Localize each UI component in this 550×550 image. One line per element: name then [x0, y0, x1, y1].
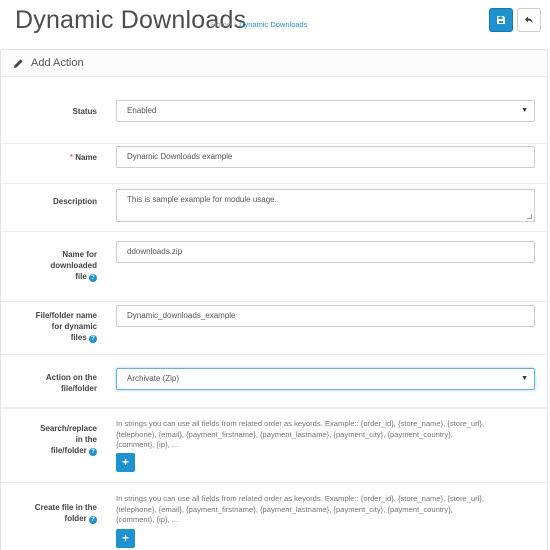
action-select[interactable]: Archivate (Zip) ▼ — [116, 368, 535, 390]
save-icon — [497, 16, 505, 24]
downloaded-name-value: ddownloads.zip — [127, 247, 183, 256]
pencil-icon — [14, 59, 23, 68]
name-label: * Name — [1, 152, 97, 163]
help-icon[interactable]: ? — [89, 274, 97, 282]
reply-icon — [524, 16, 533, 24]
label-line: file/folder — [50, 446, 87, 455]
create-file-row: Create file in the folder ? In strings y… — [1, 483, 547, 550]
description-row: Description This is sample example for m… — [1, 184, 547, 232]
add-create-file-button[interactable]: + — [116, 529, 135, 548]
chevron-down-icon: ▼ — [521, 107, 528, 114]
create-file-help: In strings you can use all fields from r… — [116, 494, 536, 526]
action-value: Archivate (Zip) — [127, 374, 180, 383]
description-value: This is sample example for module usage. — [127, 195, 277, 204]
label-line: File/folder name — [35, 311, 97, 320]
chevron-down-icon: ▼ — [521, 375, 528, 382]
status-row: Status Enabled ▼ — [1, 77, 547, 144]
breadcrumb-home[interactable]: Home — [211, 20, 231, 29]
page-header: Dynamic Downloads Home / Dynamic Downloads — [0, 0, 550, 44]
action-label: Action on the file/folder — [1, 372, 97, 394]
add-action-panel: Add Action Status Enabled ▼ * Name Dynam… — [0, 49, 548, 550]
create-file-label: Create file in the folder ? — [1, 502, 97, 524]
label-line: file — [75, 272, 87, 281]
back-button[interactable] — [517, 8, 541, 32]
help-icon[interactable]: ? — [89, 448, 97, 456]
add-search-replace-button[interactable]: + — [116, 453, 135, 472]
help-icon[interactable]: ? — [89, 335, 97, 343]
status-value: Enabled — [127, 106, 157, 115]
help-line: {telephone}, {email}, {payment_firstname… — [116, 504, 453, 514]
help-line: In strings you can use all fields from r… — [116, 419, 485, 428]
label-line: Create file in the — [34, 503, 97, 512]
panel-title: Add Action — [31, 57, 84, 69]
label-line: downloaded — [50, 261, 97, 270]
help-line: {comment}, {ip}, ... — [116, 440, 179, 449]
dynamic-folder-label: File/folder name for dynamic files ? — [1, 310, 97, 343]
description-label: Description — [52, 197, 97, 206]
downloaded-name-label: Name for downloaded file ? — [1, 249, 97, 282]
name-row: * Name Dynamic Downloads example — [1, 144, 547, 184]
label-line: for dynamic — [51, 322, 97, 331]
breadcrumb-dynamic-downloads[interactable]: Dynamic Downloads — [239, 20, 307, 29]
label-line: folder — [64, 514, 87, 523]
label-line: file/folder — [60, 384, 97, 393]
downloaded-name-input[interactable]: ddownloads.zip — [116, 241, 535, 263]
help-icon[interactable]: ? — [89, 516, 97, 524]
search-replace-label: Search/replace in the file/folder ? — [1, 423, 97, 456]
downloaded-name-row: Name for downloaded file ? ddownloads.zi… — [1, 232, 547, 302]
name-label-text: Name — [75, 153, 97, 162]
search-replace-help: In strings you can use all fields from r… — [116, 419, 536, 451]
name-value: Dynamic Downloads example — [127, 152, 233, 161]
name-input[interactable]: Dynamic Downloads example — [116, 146, 535, 168]
label-line: files — [70, 333, 87, 342]
label-line: Name for — [62, 250, 97, 259]
status-select[interactable]: Enabled ▼ — [116, 100, 535, 122]
required-mark: * — [69, 153, 73, 162]
save-button[interactable] — [489, 8, 513, 32]
help-line: {telephone}, {email}, {payment_firstname… — [116, 429, 453, 439]
resize-grip-icon[interactable] — [527, 214, 532, 219]
label-line: Action on the — [45, 373, 97, 382]
help-line: {comment}, {ip}, ... — [116, 515, 179, 524]
panel-heading: Add Action — [1, 50, 547, 77]
description-textarea[interactable]: This is sample example for module usage. — [116, 189, 535, 222]
help-line: In strings you can use all fields from r… — [116, 494, 485, 503]
status-label: Status — [72, 107, 97, 116]
label-line: Search/replace — [40, 424, 97, 433]
dynamic-folder-input[interactable]: Dynamic_downloads_example — [116, 305, 535, 327]
breadcrumb-separator: / — [234, 20, 237, 29]
search-replace-row: Search/replace in the file/folder ? In s… — [1, 409, 547, 483]
action-row: Action on the file/folder Archivate (Zip… — [1, 354, 547, 409]
breadcrumb: Home / Dynamic Downloads — [211, 20, 307, 29]
dynamic-folder-value: Dynamic_downloads_example — [127, 311, 236, 320]
label-line: in the — [75, 435, 97, 444]
